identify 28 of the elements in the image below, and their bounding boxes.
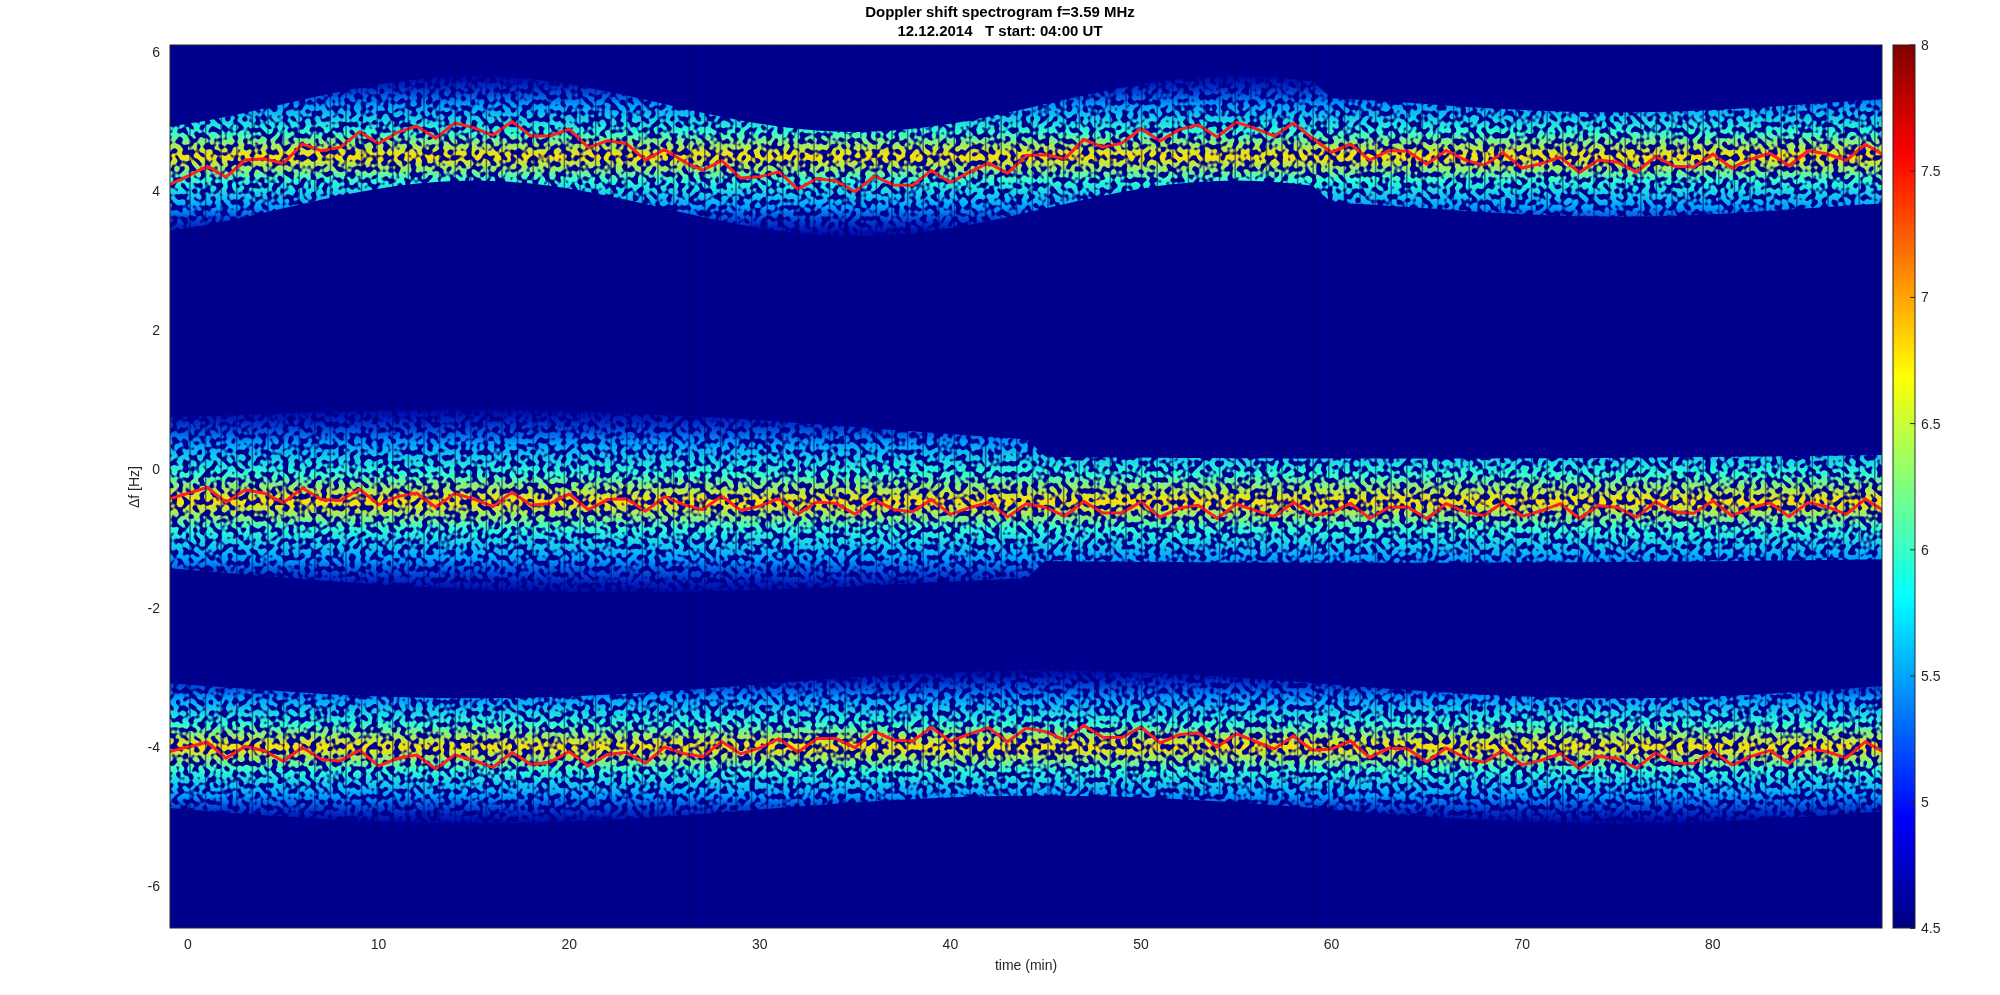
y-tick-label: 4	[152, 182, 160, 199]
x-tick-label: 80	[1705, 936, 1721, 952]
colorbar-tick-label: 8	[1921, 37, 1929, 53]
colorbar-tick-label: 4.5	[1921, 920, 1941, 937]
x-tick-label: 20	[561, 936, 577, 952]
colorbar-tick-label: 5.5	[1921, 668, 1941, 684]
y-tick-label: 6	[152, 43, 160, 60]
x-axis-label: time (min)	[994, 957, 1058, 973]
x-tick-label: 70	[1514, 936, 1530, 952]
x-tick-label: 40	[942, 936, 959, 952]
colorbar-tick-label: 5	[1921, 794, 1929, 811]
y-tick-label: -2	[147, 599, 160, 616]
plot-title: Doppler shift spectrogram f=3.59 MHz	[865, 3, 1135, 20]
colorbar-tick-label: 7	[1921, 289, 1929, 306]
colorbar-tick-label: 7.5	[1921, 163, 1941, 180]
x-tick-label: 10	[370, 936, 387, 952]
colorbar-tick-label: 6.5	[1921, 415, 1941, 432]
colorbar-tick-label: 6	[1921, 541, 1929, 558]
y-tick-label: 2	[152, 321, 160, 338]
y-tick-label: 0	[152, 460, 160, 477]
x-tick-label: 30	[752, 936, 768, 952]
x-tick-label: 0	[184, 936, 192, 952]
plot-subtitle: 12.12.2014 T start: 04:00 UT	[897, 22, 1103, 39]
y-tick-label: -4	[147, 738, 160, 755]
y-axis-label: Δf [Hz]	[126, 466, 142, 508]
y-tick-label: -6	[147, 877, 160, 894]
x-tick-label: 50	[1133, 936, 1149, 952]
x-tick-label: 60	[1323, 936, 1340, 952]
